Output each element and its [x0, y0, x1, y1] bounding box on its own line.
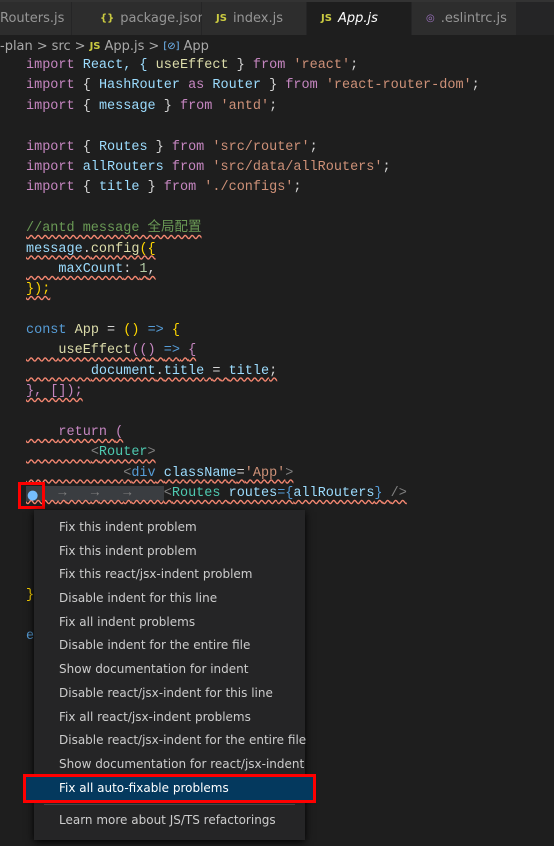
tab-app-js[interactable]: JSApp.js✕: [307, 2, 426, 35]
tab-label: index.js: [232, 11, 284, 26]
menu-item[interactable]: Disable react/jsx-indent for this line: [34, 682, 305, 706]
code-line: <Router>: [90, 445, 156, 461]
code-line: <div className='App'>: [123, 465, 294, 481]
breadcrumb-item[interactable]: App.js: [105, 39, 145, 54]
code-comment: //antd message 全局配置: [26, 221, 202, 237]
code-line: }, []);: [26, 384, 83, 400]
breadcrumb-sep: >: [74, 38, 86, 54]
tab-index-js[interactable]: JS index.js: [202, 2, 307, 35]
json-icon: {}: [100, 13, 115, 24]
code-line: import allRouters from 'src/data/allRout…: [26, 159, 391, 175]
eslint-icon: ◎: [426, 13, 435, 24]
tab-label: App.js: [337, 11, 378, 26]
tab-label: .eslintrc.js: [440, 11, 507, 26]
breadcrumb: -plan > src > JS App.js > [⊘] App: [0, 36, 209, 56]
menu-item[interactable]: Fix this indent problem: [34, 516, 305, 540]
tab-routers[interactable]: Routers.js: [0, 2, 72, 35]
quick-fix-menu: Fix this indent problem Fix this indent …: [23, 510, 316, 840]
code-line: maxCount: 1,: [58, 261, 156, 277]
code-line: return (: [58, 425, 124, 441]
code-line: import { Routes } from 'src/router';: [26, 139, 318, 155]
app-identifier: App: [74, 323, 99, 339]
breadcrumb-item[interactable]: App: [184, 39, 209, 54]
menu-item[interactable]: Fix this react/jsx-indent problem: [34, 563, 305, 587]
breadcrumb-sep: >: [148, 38, 160, 54]
code-line: document.title = title;: [90, 363, 278, 379]
quick-fix-lightbulb[interactable]: ●: [18, 482, 45, 509]
lightbulb-icon: ●: [27, 488, 39, 503]
code-line: → → → <Routes routes={allRouters} />: [26, 484, 480, 504]
code-line: message.config({: [26, 241, 156, 257]
code-line: import React, { useEffect } from 'react'…: [26, 58, 359, 73]
symbol-icon: [⊘]: [163, 40, 180, 52]
menu-item-fix-all-auto-fixable[interactable]: Fix all auto-fixable problems: [23, 773, 316, 804]
breadcrumb-item[interactable]: src: [52, 39, 71, 54]
breadcrumb-item[interactable]: -plan: [0, 39, 33, 54]
code-line: const App = () => {: [26, 323, 180, 339]
menu-item[interactable]: Show documentation for react/jsx-indent: [34, 753, 305, 777]
menu-item[interactable]: Disable indent for the entire file: [34, 634, 305, 658]
tab-package-json[interactable]: {} package.json: [72, 2, 206, 35]
breadcrumb-sep: >: [36, 38, 48, 54]
code-line: import { message } from 'antd';: [26, 98, 278, 114]
menu-item[interactable]: Show documentation for indent: [34, 658, 305, 682]
tab-label: package.json: [120, 11, 206, 26]
code-line: import { title } from './configs';: [26, 180, 302, 196]
menu-item[interactable]: Fix all react/jsx-indent problems: [34, 706, 305, 730]
menu-item[interactable]: Disable indent for this line: [34, 587, 305, 611]
js-icon: JS: [321, 13, 332, 24]
tab-label: Routers.js: [0, 11, 65, 26]
menu-item-learn-more[interactable]: Learn more about JS/TS refactorings: [34, 809, 305, 833]
code-line: });: [26, 282, 51, 298]
menu-item[interactable]: Fix this indent problem: [34, 540, 305, 564]
menu-separator: [44, 804, 295, 806]
tab-bar: Routers.js {} package.json JS index.js JS A…: [0, 0, 554, 35]
menu-item[interactable]: Fix all indent problems: [34, 611, 305, 635]
js-icon: JS: [216, 13, 227, 24]
tab-eslintrc[interactable]: ◎ .eslintrc.js: [412, 2, 517, 35]
js-icon: JS: [89, 40, 101, 52]
menu-item[interactable]: Disable react/jsx-indent for the entire …: [34, 729, 306, 753]
code-line: import { HashRouter as Router } from 're…: [26, 78, 480, 94]
code-line: useEffect(() => {: [58, 343, 197, 359]
